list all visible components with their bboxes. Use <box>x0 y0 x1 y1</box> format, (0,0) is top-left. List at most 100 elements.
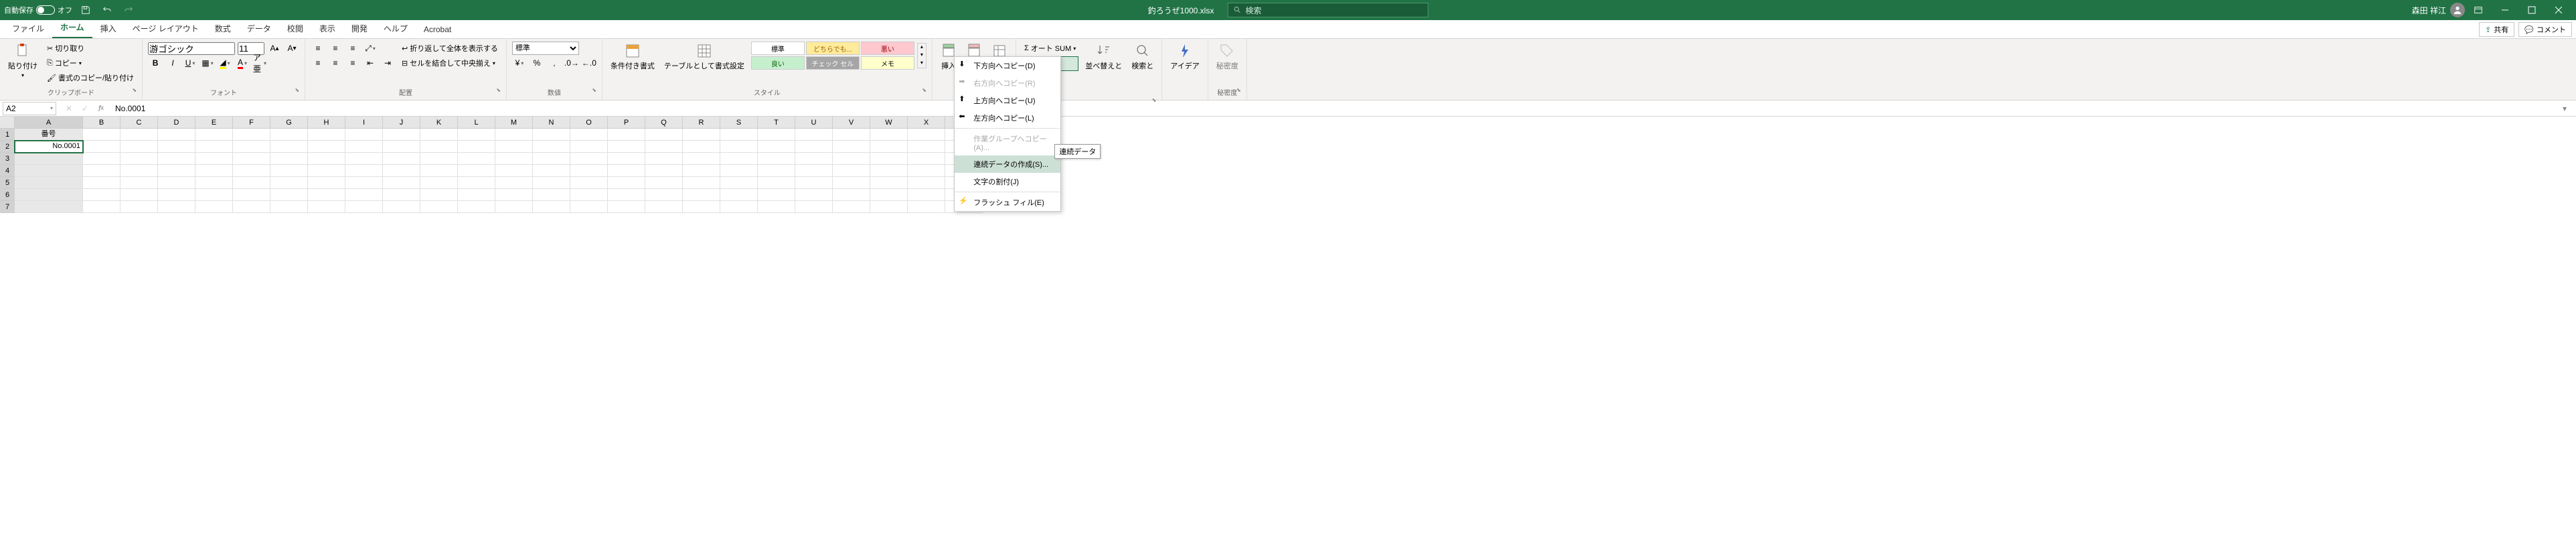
decrease-font-button[interactable]: A▾ <box>285 42 299 55</box>
cell[interactable] <box>158 129 195 141</box>
cell[interactable] <box>908 153 945 165</box>
cell[interactable] <box>15 153 83 165</box>
cell[interactable] <box>120 165 158 177</box>
font-color-button[interactable]: A <box>235 56 250 70</box>
cell[interactable] <box>308 165 345 177</box>
save-button[interactable] <box>78 2 94 18</box>
cell[interactable] <box>308 141 345 153</box>
cell[interactable] <box>645 165 683 177</box>
cell[interactable] <box>233 165 270 177</box>
cell[interactable] <box>308 201 345 213</box>
group-label-number[interactable]: 数値 <box>512 86 596 98</box>
align-top-button[interactable]: ≡ <box>311 42 325 55</box>
cell[interactable] <box>420 129 458 141</box>
col-header-L[interactable]: L <box>458 117 495 129</box>
cell[interactable] <box>758 141 795 153</box>
cell[interactable] <box>458 177 495 189</box>
cell[interactable] <box>383 201 420 213</box>
cell[interactable] <box>495 129 533 141</box>
align-right-button[interactable]: ≡ <box>345 56 360 70</box>
align-center-button[interactable]: ≡ <box>328 56 343 70</box>
cell[interactable] <box>120 189 158 201</box>
cell[interactable] <box>645 177 683 189</box>
cell[interactable] <box>870 129 908 141</box>
cell[interactable] <box>795 201 833 213</box>
group-label-alignment[interactable]: 配置 <box>311 86 501 98</box>
cell[interactable] <box>83 201 120 213</box>
cell[interactable] <box>645 141 683 153</box>
number-format-combo[interactable]: 標準 <box>512 42 579 55</box>
group-label-clipboard[interactable]: クリップボード <box>5 86 137 98</box>
cell[interactable] <box>608 189 645 201</box>
cell-A2[interactable]: No.0001 <box>15 141 83 153</box>
cell[interactable] <box>345 189 383 201</box>
cell[interactable] <box>270 141 308 153</box>
search-box[interactable]: 検索 <box>1227 3 1428 17</box>
align-bottom-button[interactable]: ≡ <box>345 42 360 55</box>
cell[interactable] <box>458 153 495 165</box>
cell[interactable] <box>233 153 270 165</box>
tab-file[interactable]: ファイル <box>4 19 52 38</box>
insert-function-button[interactable]: fx <box>94 102 108 115</box>
paste-button[interactable]: 貼り付け ▾ <box>5 42 40 80</box>
cell[interactable] <box>233 189 270 201</box>
cell[interactable] <box>120 177 158 189</box>
cell[interactable] <box>83 165 120 177</box>
cell[interactable] <box>683 189 720 201</box>
cell[interactable] <box>495 201 533 213</box>
autosum-button[interactable]: Σオート SUM▾ <box>1022 42 1078 55</box>
tab-review[interactable]: 校閲 <box>279 19 311 38</box>
cell[interactable] <box>233 129 270 141</box>
cell[interactable] <box>533 165 570 177</box>
cell-styles-gallery[interactable]: 標準 どちらでも... 悪い 良い チェック セル メモ <box>751 42 914 70</box>
cell[interactable] <box>495 153 533 165</box>
cell[interactable] <box>195 165 233 177</box>
cell[interactable] <box>120 129 158 141</box>
comma-button[interactable]: , <box>547 56 562 70</box>
cell[interactable] <box>683 141 720 153</box>
minimize-button[interactable] <box>2492 0 2518 20</box>
col-header-V[interactable]: V <box>833 117 870 129</box>
expand-formula-bar-button[interactable]: ▾ <box>2557 102 2572 115</box>
tab-formulas[interactable]: 数式 <box>207 19 239 38</box>
col-header-I[interactable]: I <box>345 117 383 129</box>
fill-color-button[interactable]: ◢ <box>218 56 232 70</box>
cell[interactable] <box>270 189 308 201</box>
col-header-J[interactable]: J <box>383 117 420 129</box>
borders-button[interactable]: ▦ <box>200 56 215 70</box>
share-button[interactable]: ⇪共有 <box>2479 22 2514 37</box>
style-bad[interactable]: 悪い <box>861 42 914 55</box>
cell[interactable] <box>308 189 345 201</box>
col-header-N[interactable]: N <box>533 117 570 129</box>
autosave-toggle[interactable]: 自動保存 オフ <box>4 5 72 15</box>
cell[interactable] <box>158 153 195 165</box>
col-header-K[interactable]: K <box>420 117 458 129</box>
cell[interactable] <box>345 129 383 141</box>
cell[interactable] <box>720 165 758 177</box>
cell[interactable] <box>383 153 420 165</box>
cell[interactable] <box>458 201 495 213</box>
cell[interactable] <box>533 153 570 165</box>
col-header-W[interactable]: W <box>870 117 908 129</box>
cut-button[interactable]: ✂切り取り <box>44 42 137 55</box>
cell[interactable] <box>158 177 195 189</box>
col-header-U[interactable]: U <box>795 117 833 129</box>
cell[interactable] <box>833 177 870 189</box>
cell[interactable] <box>158 165 195 177</box>
style-normal[interactable]: 標準 <box>751 42 805 55</box>
cell[interactable] <box>458 141 495 153</box>
style-good[interactable]: 良い <box>751 56 805 70</box>
decrease-indent-button[interactable]: ⇤ <box>363 56 378 70</box>
cell[interactable] <box>233 201 270 213</box>
orientation-button[interactable]: ⤢ <box>363 42 378 55</box>
increase-font-button[interactable]: A▴ <box>267 42 282 55</box>
cell[interactable] <box>833 201 870 213</box>
cell[interactable] <box>533 177 570 189</box>
cell[interactable] <box>608 141 645 153</box>
cell[interactable] <box>383 141 420 153</box>
row-header-7[interactable]: 7 <box>0 201 15 213</box>
ribbon-display-button[interactable] <box>2470 2 2486 18</box>
cell[interactable] <box>758 165 795 177</box>
cell[interactable] <box>645 129 683 141</box>
wrap-text-button[interactable]: ↩折り返して全体を表示する <box>399 42 501 55</box>
